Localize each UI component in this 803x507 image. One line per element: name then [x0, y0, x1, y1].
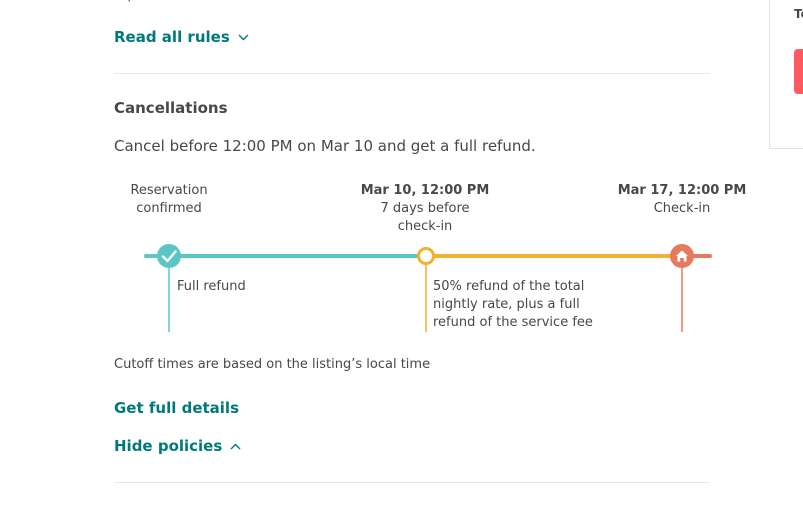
section-divider-bottom [114, 482, 710, 483]
booking-panel-text: To [794, 7, 803, 21]
home-icon [670, 244, 694, 268]
get-full-details-label: Get full details [114, 399, 240, 417]
hide-policies-label: Hide policies [114, 437, 223, 455]
get-full-details-link[interactable]: Get full details [114, 399, 239, 417]
hide-policies-link[interactable]: Hide policies [114, 437, 241, 455]
partial-refund-text: 50% refund of the total nightly rate, pl… [433, 279, 593, 330]
refund-timeline [144, 244, 712, 332]
reserve-button[interactable] [794, 49, 803, 94]
full-refund-text: Full refund [177, 279, 246, 294]
check-icon [157, 244, 181, 268]
page: ..., ... ......... Read all rules Cancel… [0, 0, 803, 507]
chevron-up-icon [230, 443, 241, 449]
cutoff-note: Cutoff times are based on the listing’s … [114, 357, 431, 372]
circle-marker [417, 247, 435, 265]
